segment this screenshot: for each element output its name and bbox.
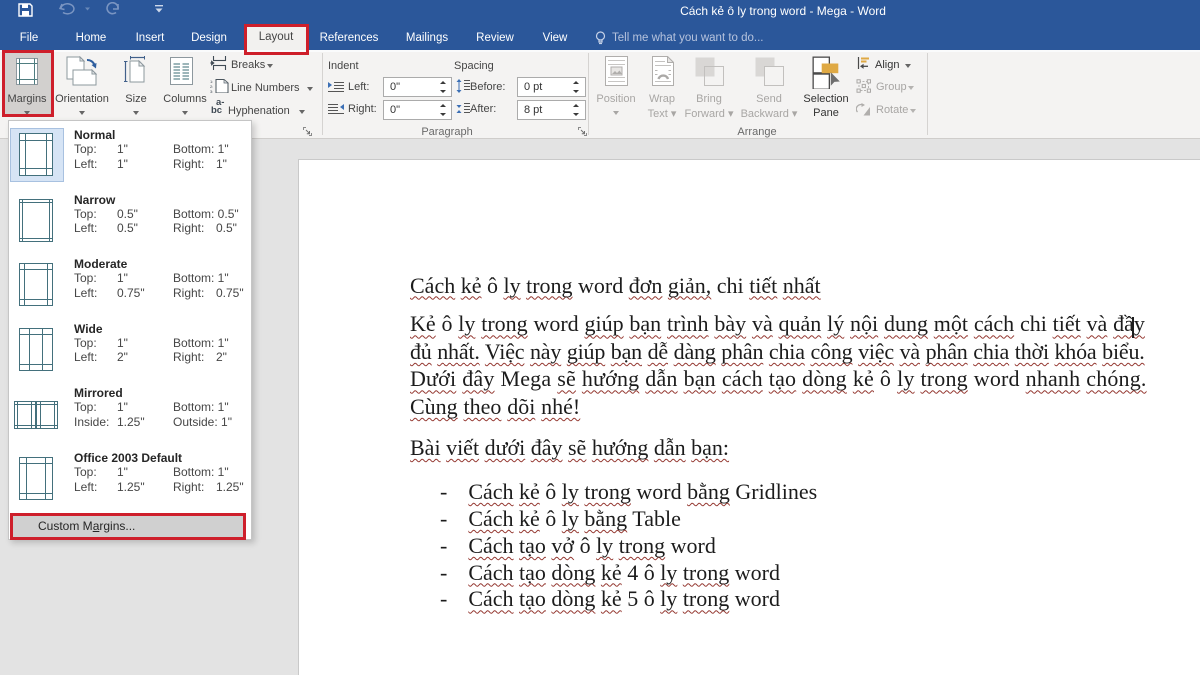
svg-text:3:: 3: [210,89,213,93]
